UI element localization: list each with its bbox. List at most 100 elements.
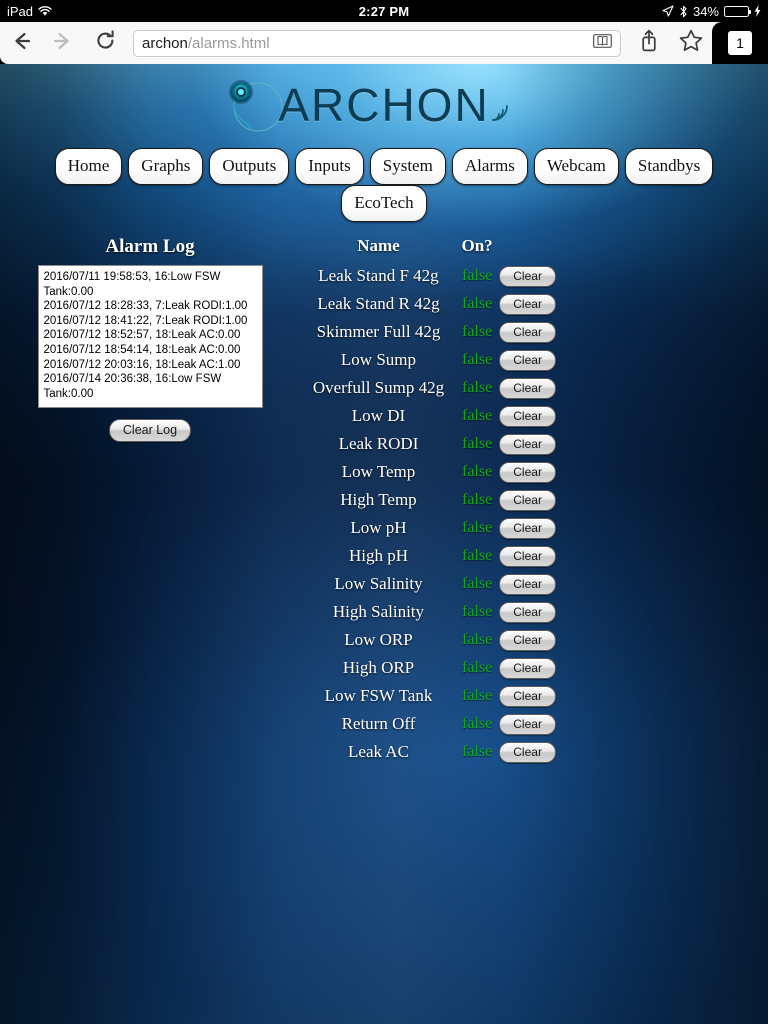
wifi-icon [38, 6, 52, 17]
nav-button-system[interactable]: System [370, 148, 446, 185]
alarm-name: High Temp [300, 486, 457, 514]
clear-alarm-button[interactable]: Clear [499, 434, 556, 455]
forward-button[interactable] [42, 22, 84, 64]
lightning-bolt-icon [754, 5, 761, 17]
alarm-action-cell: Clear [497, 318, 558, 346]
alarm-status-value: false [457, 374, 497, 402]
nav-button-ecotech[interactable]: EcoTech [341, 185, 426, 222]
bookmark-button[interactable] [670, 22, 712, 64]
alarm-log-entry: 2016/07/12 20:03:16, 18:Leak AC:1.00 [44, 358, 257, 373]
clear-alarm-button[interactable]: Clear [499, 462, 556, 483]
table-row: Skimmer Full 42gfalseClear [300, 318, 558, 346]
table-row: Leak ACfalseClear [300, 738, 558, 766]
alarm-name: Low Salinity [300, 570, 457, 598]
alarm-status-value: false [457, 570, 497, 598]
address-bar[interactable]: archon/alarms.html [133, 30, 621, 57]
alarm-status-value: false [457, 262, 497, 290]
reader-view-icon[interactable] [593, 34, 612, 52]
ios-status-bar: iPad 2:27 PM 34% [0, 0, 768, 22]
nav-button-webcam[interactable]: Webcam [534, 148, 619, 185]
column-header-on: On? [457, 236, 497, 262]
column-header-action [497, 236, 558, 262]
table-row: Low SumpfalseClear [300, 346, 558, 374]
alarm-name: Leak AC [300, 738, 457, 766]
reload-icon [95, 30, 116, 56]
alarm-status-value: false [457, 738, 497, 766]
alarms-table-body: Leak Stand F 42gfalseClearLeak Stand R 4… [300, 262, 558, 766]
table-row: Low pHfalseClear [300, 514, 558, 542]
alarm-action-cell: Clear [497, 710, 558, 738]
clear-alarm-button[interactable]: Clear [499, 658, 556, 679]
clear-alarm-button[interactable]: Clear [499, 742, 556, 763]
nav-button-graphs[interactable]: Graphs [128, 148, 203, 185]
alarm-log-entry: 2016/07/12 18:28:33, 7:Leak RODI:1.00 [44, 299, 257, 314]
alarms-table-header-row: Name On? [300, 236, 558, 262]
alarm-name: Low Sump [300, 346, 457, 374]
archon-logo: ARCHON [222, 74, 489, 136]
alarm-status-value: false [457, 290, 497, 318]
alarm-action-cell: Clear [497, 430, 558, 458]
clear-alarm-button[interactable]: Clear [499, 602, 556, 623]
nav-button-alarms[interactable]: Alarms [452, 148, 528, 185]
clear-alarm-button[interactable]: Clear [499, 574, 556, 595]
alarm-status-value: false [457, 626, 497, 654]
nav-button-home[interactable]: Home [55, 148, 123, 185]
tab-count-button[interactable]: 1 [712, 22, 768, 64]
clear-alarm-button[interactable]: Clear [499, 546, 556, 567]
table-row: Leak Stand R 42gfalseClear [300, 290, 558, 318]
alarm-name: Return Off [300, 710, 457, 738]
safari-toolbar: archon/alarms.html [0, 22, 768, 64]
clear-alarm-button[interactable]: Clear [499, 350, 556, 371]
alarm-log-textarea[interactable]: 2016/07/11 19:58:53, 16:Low FSW Tank:0.0… [38, 265, 263, 408]
alarm-status-value: false [457, 318, 497, 346]
url-path: /alarms.html [188, 35, 270, 52]
nav-row-secondary: EcoTech [0, 185, 768, 222]
nav-row-primary: HomeGraphsOutputsInputsSystemAlarmsWebca… [0, 148, 768, 185]
alarm-name: Leak Stand R 42g [300, 290, 457, 318]
back-arrow-icon [10, 31, 32, 56]
table-row: Overfull Sump 42gfalseClear [300, 374, 558, 402]
clear-alarm-button[interactable]: Clear [499, 378, 556, 399]
bookmark-star-icon [679, 29, 703, 57]
alarm-log-entry: 2016/07/12 18:54:14, 18:Leak AC:0.00 [44, 343, 257, 358]
alarm-status-value: false [457, 430, 497, 458]
alarm-name: Low FSW Tank [300, 682, 457, 710]
table-row: Leak Stand F 42gfalseClear [300, 262, 558, 290]
table-row: Leak RODIfalseClear [300, 430, 558, 458]
alarm-action-cell: Clear [497, 738, 558, 766]
alarm-name: Leak Stand F 42g [300, 262, 457, 290]
alarm-action-cell: Clear [497, 598, 558, 626]
clear-alarm-button[interactable]: Clear [499, 406, 556, 427]
back-button[interactable] [0, 22, 42, 64]
alarms-table-head: Name On? [300, 236, 558, 262]
alarm-status-value: false [457, 514, 497, 542]
alarm-action-cell: Clear [497, 514, 558, 542]
status-bar-clock: 2:27 PM [207, 4, 561, 19]
forward-arrow-icon [52, 31, 74, 56]
clear-log-button[interactable]: Clear Log [109, 419, 191, 442]
clear-alarm-button[interactable]: Clear [499, 518, 556, 539]
clear-alarm-button[interactable]: Clear [499, 714, 556, 735]
clear-alarm-button[interactable]: Clear [499, 686, 556, 707]
reload-button[interactable] [84, 22, 126, 64]
alarm-log-entry: 2016/07/12 18:41:22, 7:Leak RODI:1.00 [44, 314, 257, 329]
alarms-table-column: Name On? Leak Stand F 42gfalseClearLeak … [300, 236, 768, 766]
alarm-action-cell: Clear [497, 654, 558, 682]
alarm-name: Low DI [300, 402, 457, 430]
clear-alarm-button[interactable]: Clear [499, 630, 556, 651]
nav-button-outputs[interactable]: Outputs [209, 148, 289, 185]
nav-button-standbys[interactable]: Standbys [625, 148, 713, 185]
main-navigation: HomeGraphsOutputsInputsSystemAlarmsWebca… [0, 146, 768, 222]
archon-alarms-page: ARCHON HomeGraphsOutputsInputsSystemAlar… [0, 64, 768, 1024]
alarm-action-cell: Clear [497, 262, 558, 290]
alarm-log-column: Alarm Log 2016/07/11 19:58:53, 16:Low FS… [0, 236, 300, 442]
clear-alarm-button[interactable]: Clear [499, 266, 556, 287]
clear-alarm-button[interactable]: Clear [499, 322, 556, 343]
share-button[interactable] [628, 22, 670, 64]
page-header: ARCHON [0, 64, 768, 146]
clear-alarm-button[interactable]: Clear [499, 490, 556, 511]
clear-alarm-button[interactable]: Clear [499, 294, 556, 315]
alarm-status-value: false [457, 710, 497, 738]
location-arrow-icon [662, 5, 674, 17]
nav-button-inputs[interactable]: Inputs [295, 148, 364, 185]
